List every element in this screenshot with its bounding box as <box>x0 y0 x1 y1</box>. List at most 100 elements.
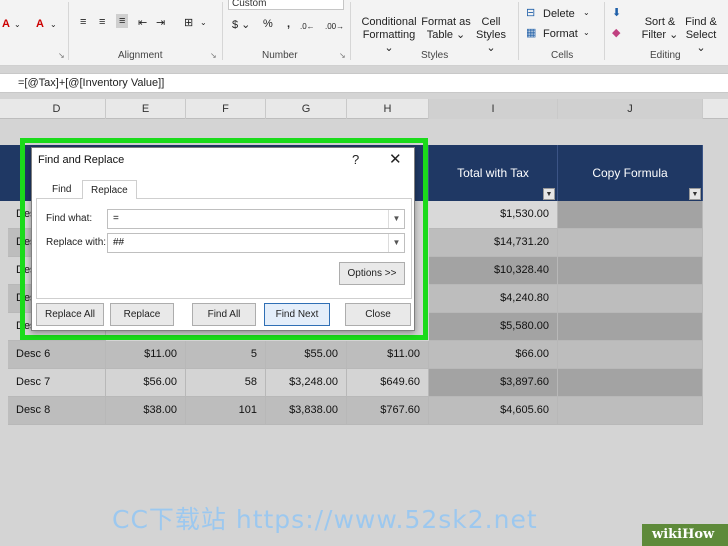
wikihow-logo: wikiHow <box>642 524 728 546</box>
dialog-title: Find and Replace <box>38 154 125 166</box>
chevron-down-icon[interactable]: ▼ <box>388 234 404 252</box>
find-what-label: Find what: <box>46 213 93 224</box>
cell-d[interactable]: Desc 7 <box>8 369 106 397</box>
conditional-formatting-button[interactable]: Conditional Formatting ⌄ <box>358 16 420 55</box>
format-as-table-button[interactable]: Format as Table ⌄ <box>420 16 472 42</box>
cell-h[interactable]: $767.60 <box>347 397 429 425</box>
find-what-input[interactable]: = ▼ <box>107 209 405 229</box>
decrease-decimal-icon[interactable]: .00→ <box>325 22 344 31</box>
comma-style-icon[interactable]: , <box>287 18 290 30</box>
merge-center-icon[interactable]: ⊞ <box>184 16 193 29</box>
header-total-with-tax[interactable]: Total with Tax <box>429 145 558 201</box>
percent-icon[interactable]: % <box>263 18 273 30</box>
cell-total[interactable]: $10,328.40 <box>429 257 558 285</box>
cell-copy[interactable] <box>558 369 703 397</box>
increase-indent-icon[interactable]: ⇥ <box>156 16 165 29</box>
column-header-j[interactable]: J <box>558 99 703 119</box>
cell-copy[interactable] <box>558 397 703 425</box>
cell-total[interactable]: $3,897.60 <box>429 369 558 397</box>
formula-text: =[@Tax]+[@[Inventory Value]] <box>18 77 165 89</box>
align-center-icon[interactable]: ≡ <box>99 16 105 28</box>
find-next-button[interactable]: Find Next <box>264 303 330 326</box>
increase-decimal-icon[interactable]: .0← <box>300 22 315 31</box>
format-dropdown-icon[interactable]: ⌄ <box>583 28 590 37</box>
font-launcher-icon[interactable]: ↘ <box>58 51 65 60</box>
column-header-f[interactable]: F <box>186 99 266 119</box>
cell-h[interactable]: $649.60 <box>347 369 429 397</box>
replace-all-button[interactable]: Replace All <box>36 303 104 326</box>
fill-down-icon[interactable]: ⬇ <box>612 6 621 19</box>
cell-total[interactable]: $14,731.20 <box>429 229 558 257</box>
cell-copy[interactable] <box>558 313 703 341</box>
column-header-h[interactable]: H <box>347 99 429 119</box>
column-header-e[interactable]: E <box>106 99 186 119</box>
cell-total[interactable]: $4,240.80 <box>429 285 558 313</box>
replace-with-input[interactable]: ## ▼ <box>107 233 405 253</box>
cell-f[interactable]: 101 <box>186 397 266 425</box>
options-button[interactable]: Options >> <box>339 262 405 285</box>
merge-dropdown-icon[interactable]: ⌄ <box>200 18 207 27</box>
align-left-icon[interactable]: ≡ <box>80 16 86 28</box>
number-format-select[interactable]: Custom <box>228 0 344 10</box>
cell-copy[interactable] <box>558 341 703 369</box>
column-header-d[interactable]: D <box>8 99 106 119</box>
cell-styles-button[interactable]: Cell Styles ⌄ <box>470 16 512 55</box>
find-replace-dialog: Find and Replace ? ✕ Find Replace Find w… <box>31 147 415 331</box>
sort-filter-button[interactable]: Sort & Filter ⌄ <box>640 16 680 42</box>
close-icon[interactable]: ✕ <box>389 150 402 168</box>
cell-g[interactable]: $3,248.00 <box>266 369 347 397</box>
replace-with-label: Replace with: <box>46 237 107 248</box>
cell-copy[interactable] <box>558 257 703 285</box>
cell-e[interactable]: $56.00 <box>106 369 186 397</box>
find-all-button[interactable]: Find All <box>192 303 256 326</box>
cell-h[interactable]: $11.00 <box>347 341 429 369</box>
delete-cells-icon[interactable]: ⊟ <box>526 6 535 19</box>
cell-copy[interactable] <box>558 285 703 313</box>
cell-g[interactable]: $55.00 <box>266 341 347 369</box>
delete-button[interactable]: Delete <box>543 8 575 20</box>
cell-total[interactable]: $1,530.00 <box>429 201 558 229</box>
column-header-i[interactable]: I <box>429 99 558 119</box>
font-color-dropdown-icon[interactable]: ⌄ <box>50 20 57 29</box>
header-copy-formula[interactable]: Copy Formula <box>558 145 703 201</box>
cell-copy[interactable] <box>558 201 703 229</box>
dialog-body: Find what: = ▼ Replace with: ## ▼ Option… <box>36 199 412 299</box>
font-color-icon[interactable]: A <box>2 18 10 30</box>
font-color-a-icon[interactable]: A <box>36 18 44 30</box>
decrease-indent-icon[interactable]: ⇤ <box>138 16 147 29</box>
clear-icon[interactable]: ◆ <box>612 26 620 39</box>
cell-d[interactable]: Desc 6 <box>8 341 106 369</box>
alignment-launcher-icon[interactable]: ↘ <box>210 51 217 60</box>
cell-g[interactable]: $3,838.00 <box>266 397 347 425</box>
close-button[interactable]: Close <box>345 303 411 326</box>
cell-copy[interactable] <box>558 229 703 257</box>
cell-f[interactable]: 58 <box>186 369 266 397</box>
align-right-icon[interactable]: ≡ <box>116 14 129 28</box>
cell-total[interactable]: $66.00 <box>429 341 558 369</box>
cell-total[interactable]: $5,580.00 <box>429 313 558 341</box>
alignment-group-label: Alignment <box>118 50 163 61</box>
column-header-g[interactable]: G <box>266 99 347 119</box>
cell-e[interactable]: $11.00 <box>106 341 186 369</box>
filter-dropdown-copy[interactable]: ▼ <box>689 188 701 200</box>
tab-find[interactable]: Find <box>44 180 79 200</box>
format-button[interactable]: Format <box>543 28 578 40</box>
chevron-down-icon[interactable]: ▼ <box>388 210 404 228</box>
accounting-format-icon[interactable]: $ ⌄ <box>232 18 250 31</box>
help-icon[interactable]: ? <box>352 152 359 167</box>
cell-f[interactable]: 5 <box>186 341 266 369</box>
find-select-button[interactable]: Find & Select ⌄ <box>680 16 722 55</box>
filter-dropdown-total[interactable]: ▼ <box>543 188 555 200</box>
number-launcher-icon[interactable]: ↘ <box>339 51 346 60</box>
replace-button[interactable]: Replace <box>110 303 174 326</box>
delete-dropdown-icon[interactable]: ⌄ <box>583 8 590 17</box>
tab-replace[interactable]: Replace <box>82 180 137 200</box>
cell-d[interactable]: Desc 8 <box>8 397 106 425</box>
number-format-value: Custom <box>232 0 267 9</box>
fill-dropdown-icon[interactable]: ⌄ <box>14 20 21 29</box>
format-cells-icon[interactable]: ▦ <box>526 26 536 39</box>
cell-total[interactable]: $4,605.60 <box>429 397 558 425</box>
formula-bar[interactable]: =[@Tax]+[@[Inventory Value]] <box>0 73 728 93</box>
column-headers: D E F G H I J <box>0 99 728 119</box>
cell-e[interactable]: $38.00 <box>106 397 186 425</box>
